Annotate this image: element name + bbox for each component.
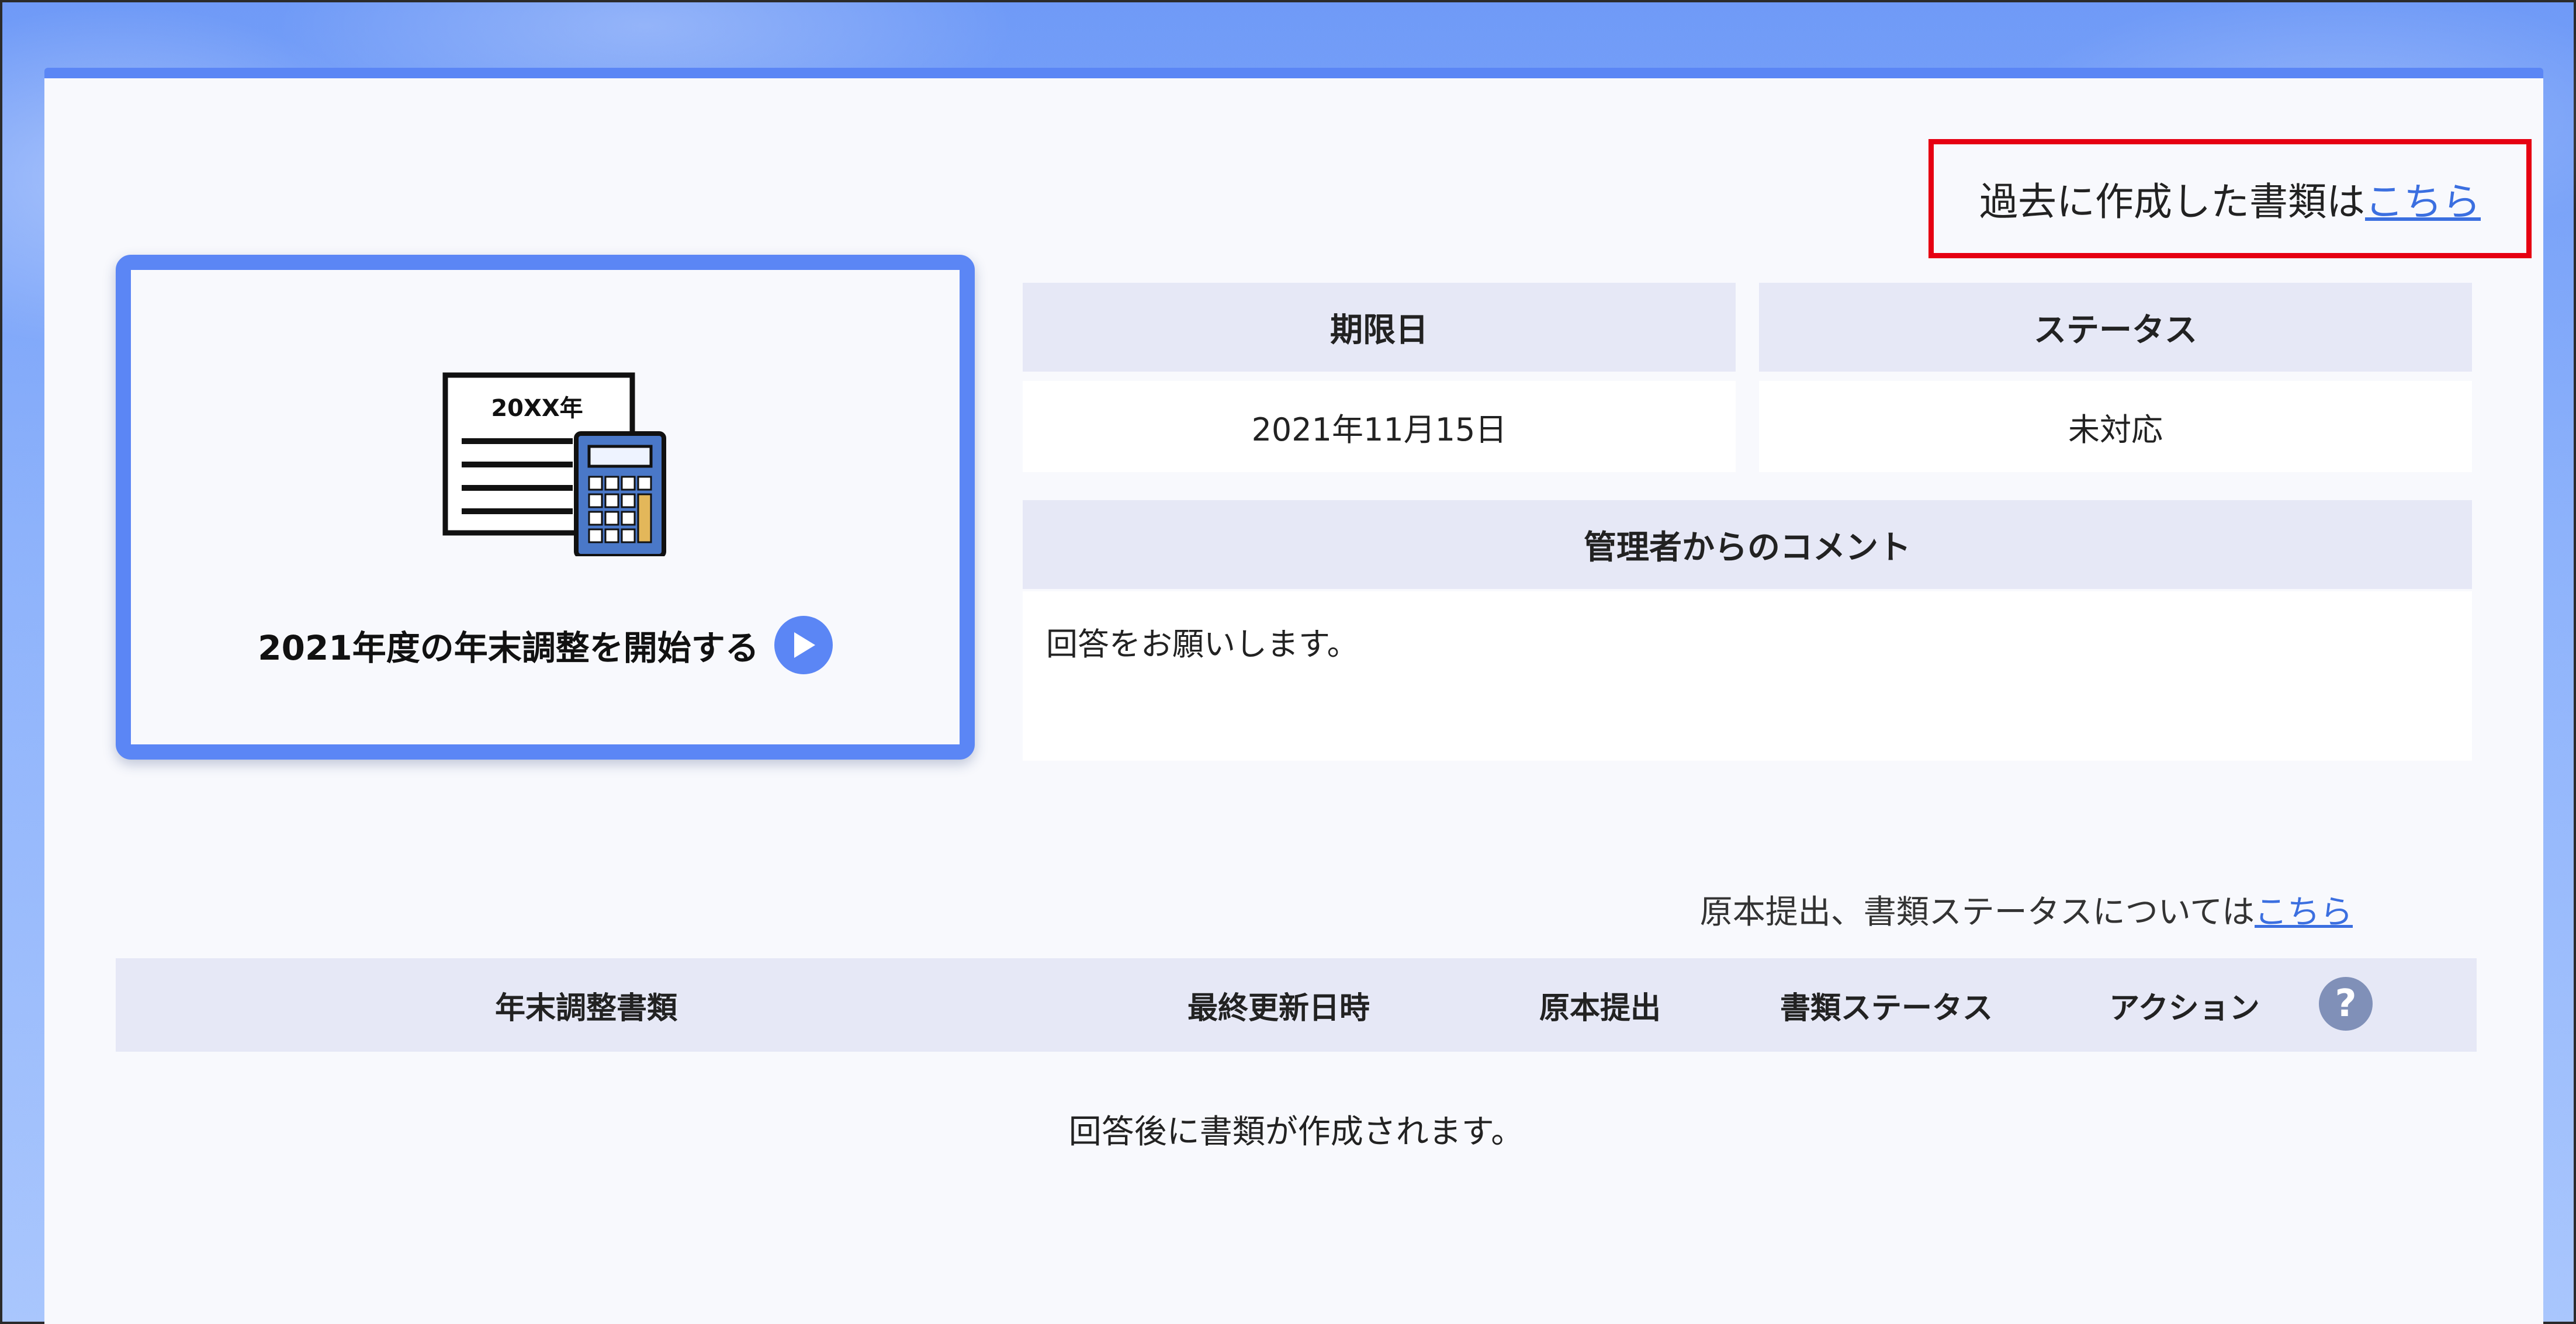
document-calculator-icon: 20XX年 [442,372,666,556]
past-documents-link[interactable]: こちら [2365,171,2481,227]
documents-table-header: 年末調整書類 最終更新日時 原本提出 書類ステータス アクション ? [116,958,2477,1052]
column-header-last-updated: 最終更新日時 [1187,990,1370,1026]
illustration-year-text: 20XX年 [491,395,583,422]
start-adjustment-card[interactable]: 20XX年 2021年度の年末調整を開始する [116,255,975,760]
admin-comment-header: 管理者からのコメント [1023,500,2472,589]
column-header-original-submission: 原本提出 [1539,990,1661,1026]
status-note-link[interactable]: こちら [2255,893,2353,931]
column-header-document-status: 書類ステータス [1779,990,1993,1026]
status-header: ステータス [1759,283,2472,372]
deadline-header: 期限日 [1023,283,1736,372]
past-documents-text: 過去に作成した書類は [1979,179,2365,224]
admin-comment-body: 回答をお願いします。 [1023,591,2472,761]
start-adjustment-label-row: 2021年度の年末調整を開始する [131,616,960,674]
help-icon[interactable]: ? [2319,977,2373,1031]
column-header-action: アクション [2109,990,2260,1026]
column-header-documents: 年末調整書類 [494,990,677,1026]
past-documents-box: 過去に作成した書類は こちら [1928,139,2532,258]
status-value: 未対応 [1759,381,2472,472]
status-note-text: 原本提出、書類ステータスについては [1699,893,2255,931]
play-icon[interactable] [774,616,833,674]
deadline-value: 2021年11月15日 [1023,381,1736,472]
start-adjustment-label: 2021年度の年末調整を開始する [258,628,759,668]
empty-table-message: 回答後に書類が作成されます。 [1068,1113,1524,1151]
status-note: 原本提出、書類ステータスについてはこちら [1522,886,2353,933]
